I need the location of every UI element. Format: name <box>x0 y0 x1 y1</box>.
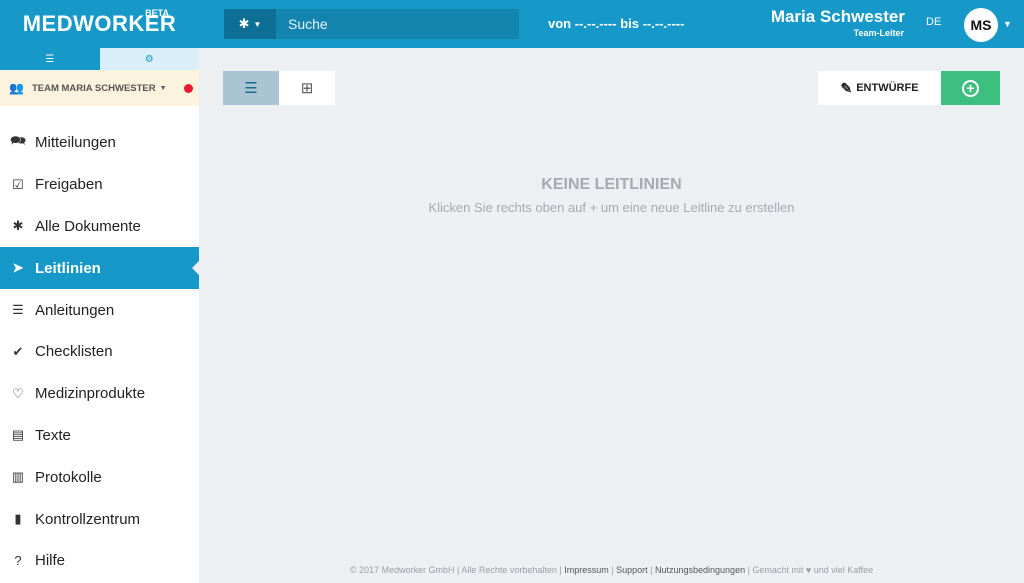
edit-icon: ✎ <box>840 79 853 96</box>
brand-logo[interactable]: MEDWORKER BETA <box>0 0 199 48</box>
footer-link-support[interactable]: Support <box>616 565 648 575</box>
book-icon: ▤ <box>11 427 25 443</box>
user-role: Team-Leiter <box>853 28 904 38</box>
avatar[interactable]: MS <box>964 8 998 42</box>
sidebar-item-label: Anleitungen <box>35 301 115 319</box>
user-name[interactable]: Maria Schwester <box>771 7 905 27</box>
sidebar-item-label: Medizinprodukte <box>35 385 146 403</box>
chevron-down-icon: ▼ <box>159 84 167 92</box>
chevron-down-icon: ▼ <box>253 19 262 29</box>
sidebar-toggles: ☰ ⚙ <box>0 48 199 70</box>
language-switcher[interactable]: DE <box>926 16 941 28</box>
footer: © 2017 Medworker GmbH | Alle Rechte vorb… <box>199 565 1024 575</box>
search-bar: ✱ ▼ <box>224 9 519 39</box>
search-filter-dropdown[interactable]: ✱ ▼ <box>224 9 276 39</box>
bar-chart-icon: ▮ <box>14 511 22 527</box>
footer-link-terms[interactable]: Nutzungsbedingungen <box>655 565 745 575</box>
empty-state-title: KEINE LEITLINIEN <box>541 176 682 193</box>
heart-pulse-icon: ♡ <box>12 385 24 401</box>
check-circle-icon: ✔ <box>12 343 24 359</box>
sidebar-item-medizinprodukte[interactable]: ♡ Medizinprodukte <box>0 373 199 415</box>
gears-icon[interactable]: ⚙ <box>99 48 199 70</box>
users-icon: 👥 <box>9 81 24 95</box>
sidebar-item-mitteilungen[interactable]: 🗪 Mitteilungen <box>0 122 199 164</box>
beta-badge: BETA <box>145 8 169 18</box>
footer-copyright: © 2017 Medworker GmbH | Alle Rechte vorb… <box>349 565 565 575</box>
sidebar-item-label: Alle Dokumente <box>35 217 141 235</box>
list-icon: ☰ <box>244 80 258 97</box>
grid-view-button[interactable]: ⊞ <box>279 71 335 105</box>
list-icon: ☰ <box>12 302 24 318</box>
drafts-label: ENTWÜRFE <box>856 82 919 94</box>
hamburger-icon[interactable]: ☰ <box>0 48 100 70</box>
footer-separator: | <box>647 565 655 575</box>
sidebar-item-leitlinien[interactable]: ➤ Leitlinien <box>0 247 199 290</box>
asterisk-icon: ✱ <box>12 218 24 234</box>
plus-circle-icon: + <box>962 79 979 97</box>
team-selector[interactable]: 👥 TEAM MARIA SCHWESTER ▼ <box>0 70 199 106</box>
add-guideline-button[interactable]: + <box>941 71 1000 105</box>
sidebar-item-checklisten[interactable]: ✔ Checklisten <box>0 331 199 373</box>
footer-link-impressum[interactable]: Impressum <box>564 565 609 575</box>
sidebar-nav: 🗪 Mitteilungen ☑ Freigaben ✱ Alle Dokume… <box>0 122 199 582</box>
asterisk-icon: ✱ <box>238 16 250 31</box>
sidebar-item-label: Leitlinien <box>35 259 101 277</box>
top-bar: MEDWORKER BETA ✱ ▼ von --.--.---- bis --… <box>0 0 1024 48</box>
sidebar-item-label: Checklisten <box>35 343 113 361</box>
sidebar-item-label: Texte <box>35 426 71 444</box>
sidebar-item-label: Freigaben <box>35 176 103 194</box>
list-view-button[interactable]: ☰ <box>223 71 279 105</box>
sidebar-item-anleitungen[interactable]: ☰ Anleitungen <box>0 289 199 331</box>
checkbox-icon: ☑ <box>12 176 24 192</box>
chevron-down-icon[interactable]: ▼ <box>1003 19 1012 29</box>
sidebar-item-label: Kontrollzentrum <box>35 510 141 528</box>
chat-bubbles-icon: 🗪 <box>10 132 27 148</box>
sidebar-item-kontrollzentrum[interactable]: ▮ Kontrollzentrum <box>0 498 199 540</box>
sidebar-item-label: Protokolle <box>35 468 102 486</box>
team-label: TEAM MARIA SCHWESTER <box>31 82 156 94</box>
sidebar-item-texte[interactable]: ▤ Texte <box>0 415 199 457</box>
question-circle-icon: ? <box>14 553 22 569</box>
sidebar-item-label: Hilfe <box>35 552 66 570</box>
footer-tagline: | Gemacht mit ♥ und viel Kaffee <box>745 565 874 575</box>
notification-dot <box>184 84 193 93</box>
view-toggle: ☰ ⊞ <box>223 71 335 105</box>
sidebar-item-hilfe[interactable]: ? Hilfe <box>0 540 199 582</box>
sidebar-item-alle-dokumente[interactable]: ✱ Alle Dokumente <box>0 206 199 248</box>
sidebar-item-label: Mitteilungen <box>35 134 116 152</box>
date-range-filter[interactable]: von --.--.---- bis --.--.---- <box>548 16 684 31</box>
sidebar-item-protokolle[interactable]: ▥ Protokolle <box>0 456 199 498</box>
search-input[interactable] <box>276 9 519 39</box>
sidebar-item-freigaben[interactable]: ☑ Freigaben <box>0 164 199 206</box>
paper-plane-icon: ➤ <box>12 260 24 276</box>
empty-state-subtitle: Klicken Sie rechts oben auf + um eine ne… <box>428 200 795 215</box>
sidebar: ☰ ⚙ 👥 TEAM MARIA SCHWESTER ▼ 🗪 Mitteilun… <box>0 48 199 583</box>
drafts-button[interactable]: ✎ ENTWÜRFE <box>818 71 941 105</box>
clipboard-icon: ▥ <box>11 469 25 485</box>
grid-icon: ⊞ <box>300 80 314 97</box>
